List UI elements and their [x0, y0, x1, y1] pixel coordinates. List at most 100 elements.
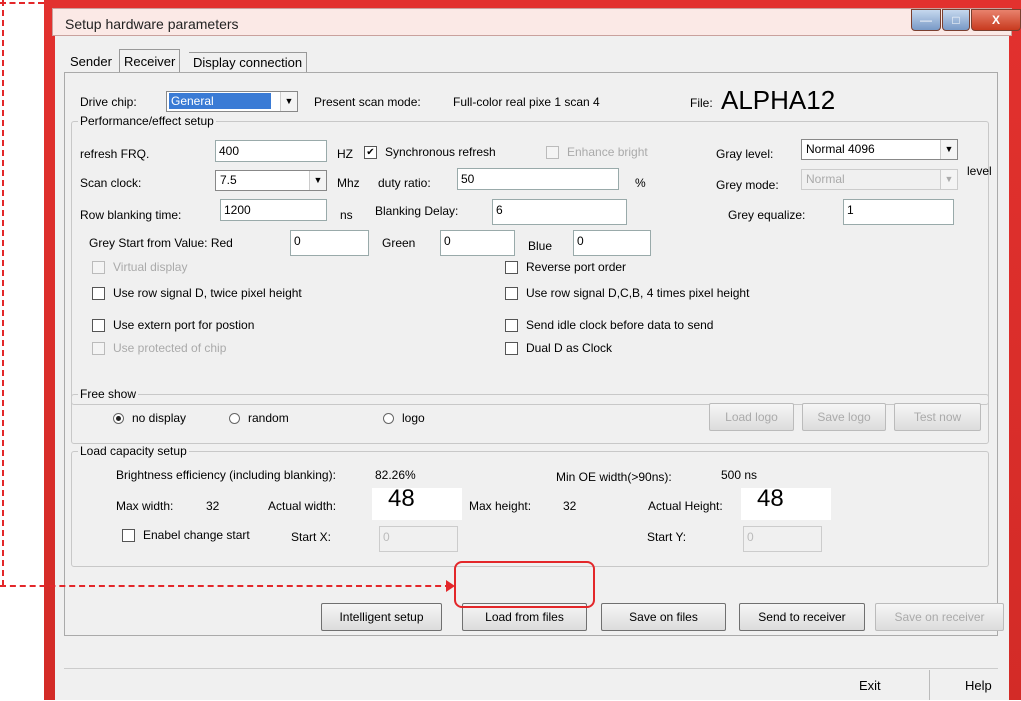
checkbox-box [505, 286, 518, 300]
tab-display-connection[interactable]: Display connection [189, 52, 308, 72]
title-bar[interactable]: Setup hardware parameters — □ X [52, 8, 1021, 36]
duty-ratio-input[interactable]: 50 [457, 168, 619, 190]
max-width-value: 32 [206, 499, 220, 513]
save-on-files-button[interactable]: Save on files [601, 603, 726, 631]
min-oe-label: Min OE width(>90ns): [556, 470, 672, 484]
blanking-delay-input[interactable]: 6 [492, 199, 627, 225]
chevron-down-icon[interactable]: ▼ [309, 171, 326, 190]
max-width-label: Max width: [116, 499, 174, 513]
performance-group-title: Performance/effect setup [78, 114, 216, 128]
grey-start-green-input[interactable]: 0 [440, 230, 515, 256]
checkbox-box [92, 318, 105, 332]
scan-clock-select[interactable]: 7.5 ▼ [215, 170, 327, 191]
grey-start-red-input[interactable]: 0 [290, 230, 369, 256]
save-logo-button[interactable]: Save logo [802, 403, 886, 431]
dual-d-clock-label: Dual D as Clock [526, 341, 613, 355]
extern-port-checkbox[interactable]: Use extern port for postion [92, 318, 254, 332]
drive-chip-label: Drive chip: [80, 95, 137, 109]
grey-mode-label: Grey mode: [716, 178, 779, 192]
actual-width-input[interactable]: 48 [372, 487, 462, 520]
checkbox-box [505, 260, 518, 274]
virtual-display-label: Virtual display [113, 260, 188, 274]
free-show-title: Free show [78, 387, 139, 401]
green-label: Green [382, 236, 416, 250]
radio-random[interactable]: random [229, 411, 289, 425]
tab-receiver[interactable]: Receiver [119, 49, 181, 72]
row-blanking-unit: ns [340, 208, 353, 222]
synchronous-refresh-label: Synchronous refresh [385, 145, 496, 159]
idle-clock-checkbox[interactable]: Send idle clock before data to send [505, 318, 713, 332]
chevron-down-icon[interactable]: ▼ [940, 170, 957, 189]
load-capacity-title: Load capacity setup [78, 444, 189, 458]
chevron-down-icon[interactable]: ▼ [280, 92, 297, 111]
drive-chip-select[interactable]: General ▼ [166, 91, 298, 112]
exit-button[interactable]: Exit [859, 678, 881, 693]
row-signal-dcb-checkbox[interactable]: Use row signal D,C,B, 4 times pixel heig… [505, 286, 749, 300]
scan-clock-unit: Mhz [337, 176, 360, 190]
dual-d-clock-checkbox[interactable]: Dual D as Clock [505, 341, 612, 355]
gray-level-select[interactable]: Normal 4096 ▼ [801, 139, 958, 160]
brightness-value: 82.26% [375, 468, 416, 482]
brightness-label: Brightness efficiency (including blankin… [116, 468, 336, 482]
duty-ratio-label: duty ratio: [378, 176, 431, 190]
radio-no-display[interactable]: no display [113, 411, 186, 425]
footer-separator [929, 670, 930, 700]
load-capacity-group: Load capacity setup Brightness efficienc… [71, 444, 989, 567]
load-logo-button[interactable]: Load logo [709, 403, 794, 431]
grey-start-label: Grey Start from Value: Red [89, 236, 233, 250]
start-y-input[interactable]: 0 [743, 526, 822, 552]
actual-height-input[interactable]: 48 [741, 487, 831, 520]
tab-sender[interactable]: Sender [66, 52, 116, 72]
checkbox-box [92, 286, 105, 300]
start-y-label: Start Y: [647, 530, 687, 544]
refresh-unit: HZ [337, 147, 353, 161]
level-label: level [967, 164, 992, 178]
chevron-down-icon[interactable]: ▼ [940, 140, 957, 159]
file-name: ALPHA12 [721, 85, 836, 115]
protected-chip-checkbox[interactable]: Use protected of chip [92, 341, 226, 355]
radio-icon [383, 412, 394, 424]
random-label: random [248, 411, 289, 425]
start-x-label: Start X: [291, 530, 332, 544]
idle-clock-label: Send idle clock before data to send [526, 318, 714, 332]
free-show-group: Free show no display random logo Load lo… [71, 387, 989, 444]
check-icon: ✔ [364, 145, 377, 159]
enhance-bright-checkbox[interactable]: Enhance bright [546, 145, 648, 159]
help-button[interactable]: Help [965, 678, 992, 693]
test-now-button[interactable]: Test now [894, 403, 981, 431]
actual-height-label: Actual Height: [648, 499, 723, 513]
radio-logo[interactable]: logo [383, 411, 425, 425]
blue-label: Blue [528, 239, 553, 253]
intelligent-setup-button[interactable]: Intelligent setup [321, 603, 442, 631]
reverse-port-label: Reverse port order [526, 260, 627, 274]
minimize-button[interactable]: — [911, 9, 941, 31]
scan-clock-value: 7.5 [220, 173, 237, 187]
grey-equalize-input[interactable]: 1 [843, 199, 954, 225]
maximize-button[interactable]: □ [942, 9, 970, 31]
row-signal-dcb-label: Use row signal D,C,B, 4 times pixel heig… [526, 286, 750, 300]
annotation-dash-top [0, 2, 44, 4]
footer-bar [64, 668, 998, 701]
synchronous-refresh-checkbox[interactable]: ✔ Synchronous refresh [364, 145, 496, 159]
grey-start-blue-input[interactable]: 0 [573, 230, 651, 256]
grey-mode-select[interactable]: Normal ▼ [801, 169, 958, 190]
row-blanking-input[interactable]: 1200 [220, 199, 327, 221]
annotation-dash-vertical [2, 0, 4, 586]
change-start-checkbox[interactable]: Enabel change start [122, 528, 250, 542]
virtual-display-checkbox[interactable]: Virtual display [92, 260, 187, 274]
send-to-receiver-button[interactable]: Send to receiver [739, 603, 865, 631]
start-x-input[interactable]: 0 [379, 526, 458, 552]
checkbox-box [546, 145, 559, 159]
refresh-frq-input[interactable]: 400 [215, 140, 327, 162]
change-start-label: Enabel change start [143, 528, 250, 542]
grey-equalize-label: Grey equalize: [728, 208, 806, 222]
drive-chip-value: General [169, 93, 271, 109]
close-button[interactable]: X [971, 9, 1021, 31]
reverse-port-checkbox[interactable]: Reverse port order [505, 260, 626, 274]
min-oe-value: 500 ns [721, 468, 758, 482]
row-signal-d-checkbox[interactable]: Use row signal D, twice pixel height [92, 286, 302, 300]
annotation-highlight-box [454, 561, 595, 608]
scan-mode-value: Full-color real pixe 1 scan 4 [453, 95, 600, 109]
save-on-receiver-button[interactable]: Save on receiver [875, 603, 1004, 631]
scan-clock-label: Scan clock: [80, 176, 142, 190]
